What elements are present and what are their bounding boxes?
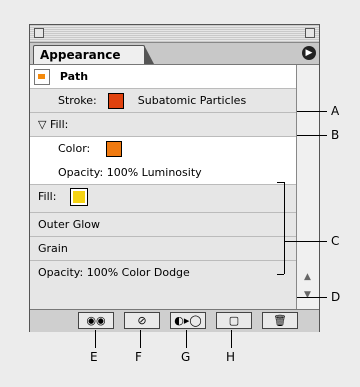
callout-bracket-vertical [284,182,285,274]
opacity-row[interactable]: Opacity: 100% Color Dodge [30,261,298,285]
tab-appearance[interactable]: Appearance [33,45,154,64]
fill-opacity-row[interactable]: Opacity: 100% Luminosity [30,161,298,185]
callout-line-b [297,135,327,136]
callout-line-h [231,330,232,348]
appearance-list: Path Stroke: Subatomic Particles ▽ Fill:… [30,65,298,309]
panel-footer: ◉◉ ⊘ ◐▸◯ ▢ 🗑 [30,309,319,332]
duplicate-item-button[interactable]: ▢ [216,312,252,329]
scroll-down-icon[interactable]: ▼ [300,289,315,301]
panel-menu-icon[interactable]: ▶ [302,46,316,60]
callout-c: C [331,234,340,248]
delete-item-button[interactable]: 🗑 [262,312,298,329]
callout-d: D [331,290,341,304]
callout-line-g [186,330,187,348]
callout-f: F [135,350,142,364]
callout-g: G [181,350,191,364]
clear-icon: ⊘ [137,314,147,327]
reduce-to-basic-appearance-button[interactable]: ◐▸◯ [170,312,206,329]
duplicate-icon: ▢ [228,314,240,327]
tab-row: Appearance ▶ [30,43,319,65]
disclosure-triangle-icon[interactable]: ▽ [38,118,46,131]
callout-b: B [331,128,340,142]
clear-appearance-button[interactable]: ⊘ [124,312,160,329]
fill-swatch[interactable] [69,188,88,206]
collapse-icon[interactable] [305,28,315,38]
fill-color-swatch[interactable] [105,141,122,157]
fill-row-expanded[interactable]: ▽ Fill: [30,113,298,137]
reduce-icon: ◐▸◯ [174,314,202,327]
new-art-maintains-appearance-button[interactable]: ◉◉ [78,312,114,329]
scroll-up-icon[interactable]: ▲ [300,271,315,283]
stroke-row[interactable]: Stroke: Subatomic Particles [30,89,298,113]
fill-row[interactable]: Fill: [30,185,298,213]
layers-icon: ◉◉ [86,314,106,327]
stroke-swatch[interactable] [108,93,125,109]
appearance-panel: Appearance ▶ Path Stroke: Subatomic Part… [29,24,320,332]
callout-line-a [297,111,327,112]
fill-color-row[interactable]: Color: [30,137,298,161]
callout-line-c [284,241,327,242]
scrollbar[interactable]: ▲ ▼ [296,65,319,309]
outer-glow-row[interactable]: Outer Glow [30,213,298,237]
list-spacer [30,285,298,309]
grain-row[interactable]: Grain [30,237,298,261]
callout-bracket-bottom [277,274,284,275]
trash-icon: 🗑 [273,314,287,327]
callout-line-f [140,330,141,348]
close-icon[interactable] [34,28,44,38]
callout-bracket-top [277,182,284,183]
callout-a: A [331,104,340,118]
object-header[interactable]: Path [30,65,298,89]
callout-line-d [297,297,327,298]
callout-line-e [95,330,96,348]
callout-h: H [226,350,236,364]
panel-title-bar[interactable] [30,25,319,43]
callout-e: E [90,350,98,364]
